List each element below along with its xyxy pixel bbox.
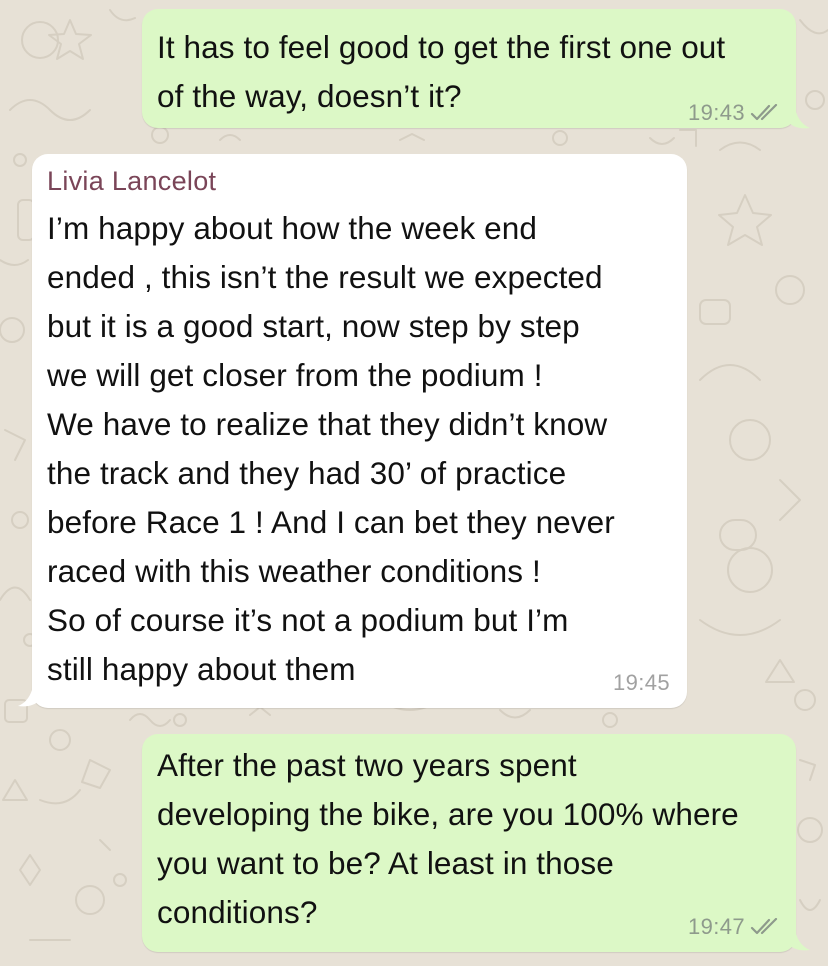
message-bubble-outgoing[interactable]: It has to feel good to get the first one…	[142, 9, 796, 128]
bubble-tail	[18, 690, 40, 707]
bubble-tail	[788, 934, 810, 951]
message-time: 19:43	[687, 100, 745, 125]
bubble-tail	[788, 112, 810, 129]
message-meta: 19:47	[688, 914, 780, 940]
double-check-icon	[750, 918, 778, 935]
sender-name[interactable]: Livia Lancelot	[47, 165, 216, 197]
message-text: After the past two years spent developin…	[157, 747, 739, 930]
message-text: I’m happy about how the week end ended ,…	[47, 210, 615, 687]
message-meta: 19:43	[688, 100, 780, 126]
message-bubble-outgoing[interactable]: After the past two years spent developin…	[142, 734, 796, 952]
message-time: 19:45	[612, 670, 670, 695]
message-meta: 19:45	[613, 670, 670, 696]
message-time: 19:47	[687, 914, 745, 939]
chat-conversation: It has to feel good to get the first one…	[0, 0, 828, 966]
message-bubble-incoming[interactable]: Livia Lancelot I’m happy about how the w…	[32, 154, 687, 708]
double-check-icon	[750, 104, 778, 121]
